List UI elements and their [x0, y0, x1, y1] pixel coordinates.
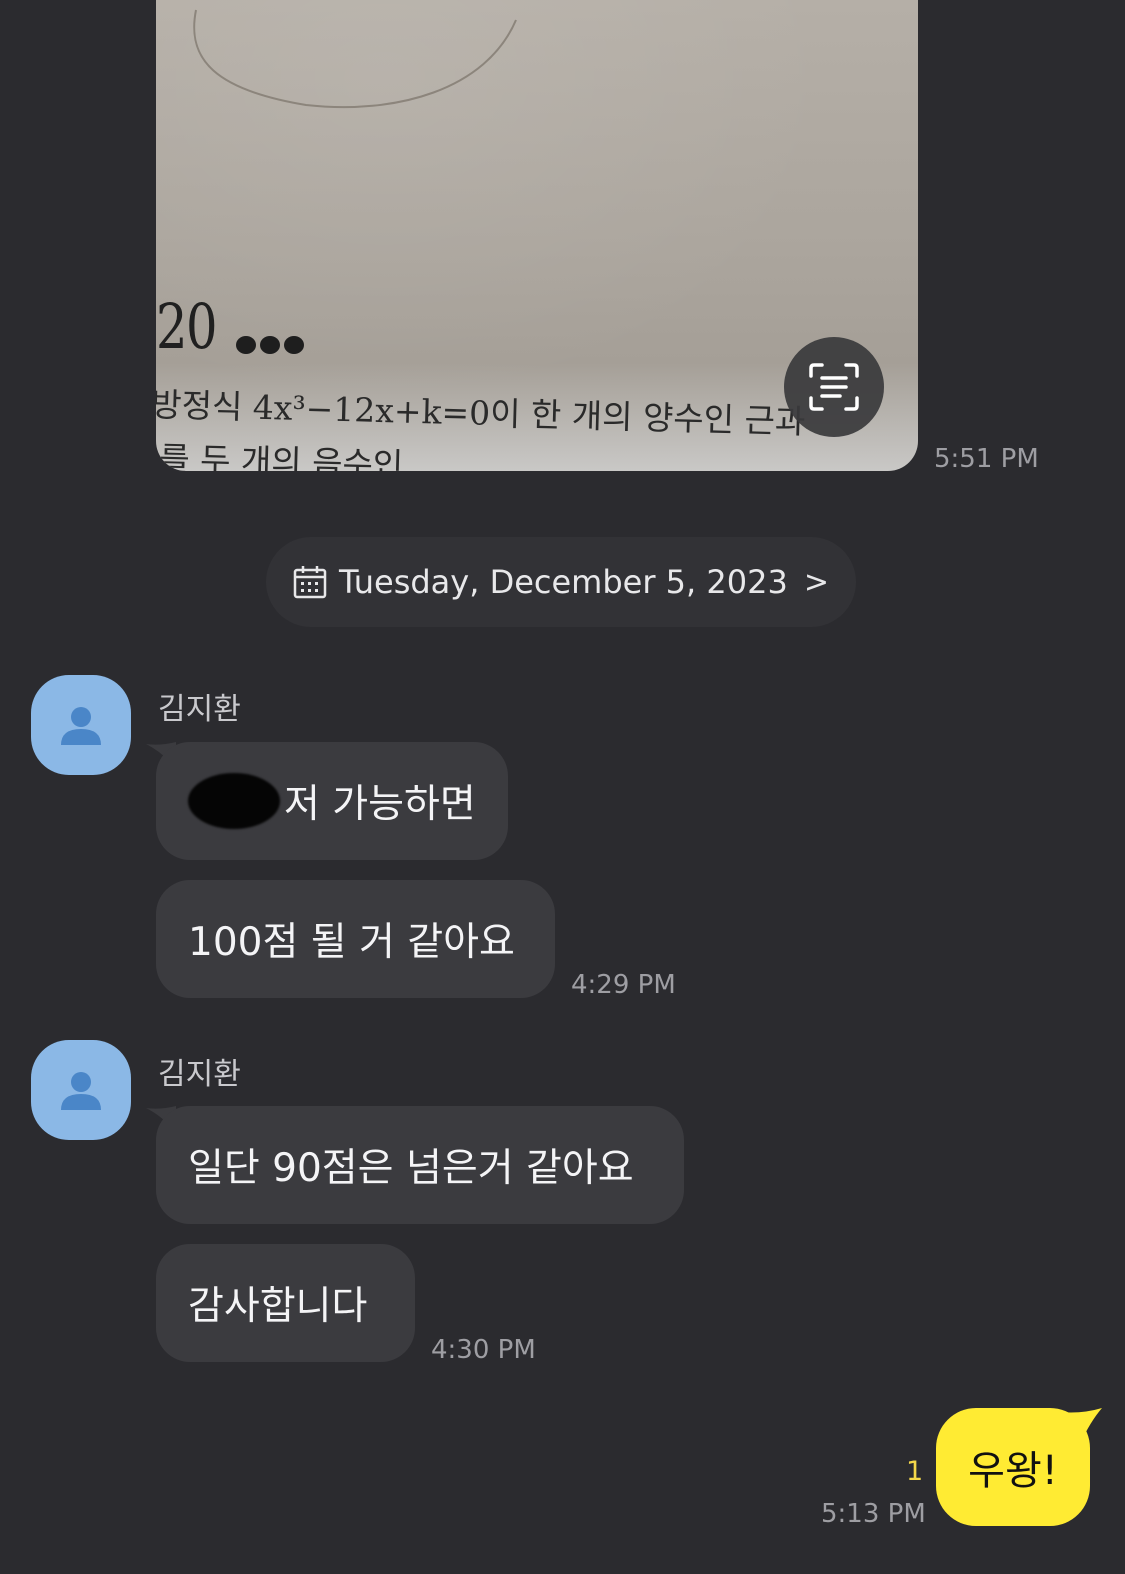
message-text: 저 가능하면	[284, 782, 476, 827]
person-icon	[61, 707, 101, 745]
photo-difficulty-dots	[236, 336, 316, 356]
chevron-right-icon: >	[803, 564, 829, 600]
photo-problem-text-2: 를 두 개의 음수인	[158, 438, 404, 471]
message-bubble[interactable]: 일단 90점은 넘은거 같아요	[156, 1106, 684, 1224]
sender-name: 김지환	[158, 692, 241, 727]
text-scan-button[interactable]	[784, 337, 884, 437]
my-message-bubble[interactable]: 우왕!	[936, 1408, 1090, 1526]
photo-problem-number: 20	[156, 290, 218, 363]
message-text: 감사합니다	[188, 1284, 368, 1329]
message-bubble[interactable]: 저 가능하면	[156, 742, 508, 860]
date-label: Tuesday, December 5, 2023	[339, 563, 788, 601]
person-icon	[61, 1072, 101, 1110]
avatar[interactable]	[31, 1040, 131, 1140]
avatar[interactable]	[31, 675, 131, 775]
message-bubble[interactable]: 100점 될 거 같아요	[156, 880, 555, 998]
calendar-icon	[293, 566, 327, 599]
message-time: 5:51 PM	[934, 444, 1039, 474]
date-divider[interactable]: Tuesday, December 5, 2023 >	[266, 537, 856, 627]
message-bubble[interactable]: 감사합니다	[156, 1244, 415, 1362]
redacted-blur	[188, 773, 280, 829]
message-time: 5:13 PM	[821, 1499, 926, 1529]
message-text: 100점 될 거 같아요	[188, 920, 515, 965]
message-text: 일단 90점은 넘은거 같아요	[188, 1146, 634, 1191]
message-time: 4:30 PM	[431, 1335, 536, 1365]
sender-name: 김지환	[158, 1057, 241, 1092]
message-text: 우왕!	[968, 1448, 1058, 1494]
message-time: 4:29 PM	[571, 970, 676, 1000]
text-scan-icon	[809, 363, 859, 411]
unread-count: 1	[906, 1456, 924, 1487]
